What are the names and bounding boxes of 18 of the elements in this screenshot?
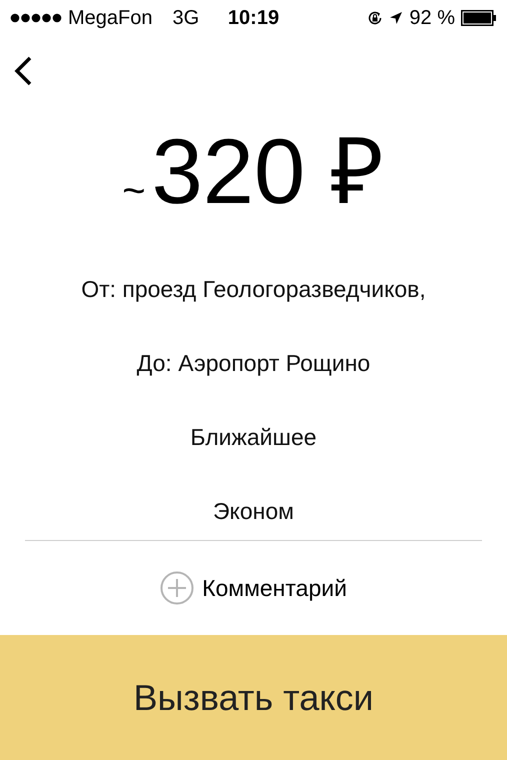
back-icon bbox=[14, 56, 32, 86]
trip-detail[interactable]: До: Аэропорт Рощино bbox=[136, 348, 370, 422]
carrier-name: MegaFon bbox=[68, 6, 152, 30]
location-arrow-icon bbox=[389, 11, 404, 25]
status-time: 10:19 bbox=[228, 6, 280, 30]
trip-detail[interactable]: Ближайшее bbox=[190, 422, 317, 496]
network-type: 3G bbox=[172, 6, 200, 30]
approx-sign: ~ bbox=[122, 169, 146, 214]
fare-price: 320 ₽ bbox=[152, 126, 385, 218]
battery-percent: 92 % bbox=[409, 6, 455, 30]
order-taxi-button[interactable]: Вызвать такси bbox=[0, 635, 507, 760]
rotation-lock-icon bbox=[367, 10, 384, 26]
trip-detail[interactable]: Эконом bbox=[213, 496, 294, 570]
plus-icon bbox=[160, 571, 194, 605]
battery-icon bbox=[461, 10, 497, 26]
signal-icon bbox=[10, 13, 62, 23]
trip-detail[interactable]: От: проезд Геологоразведчиков, bbox=[81, 274, 426, 348]
add-comment-button[interactable]: Комментарий bbox=[160, 571, 347, 605]
